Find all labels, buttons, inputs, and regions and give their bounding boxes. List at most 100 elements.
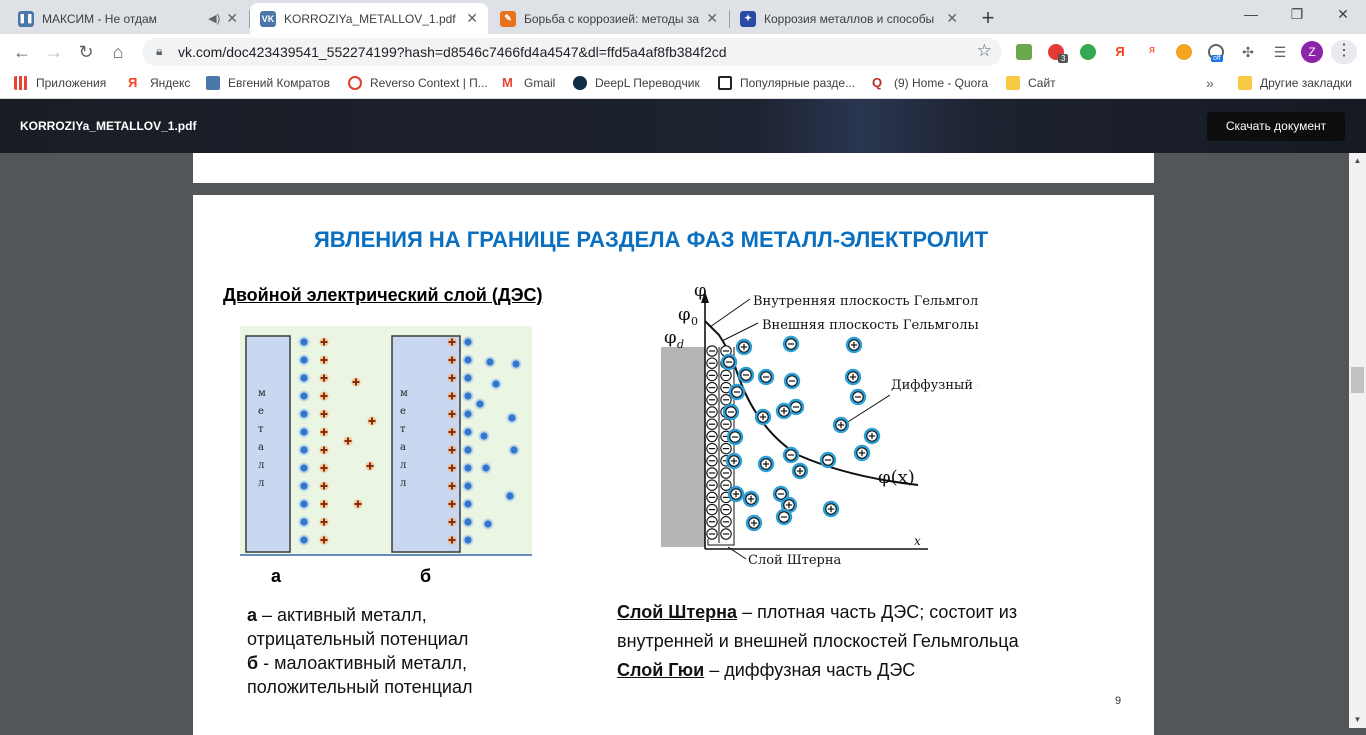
bookmark-reverso[interactable]: Reverso Context | П... — [348, 76, 488, 90]
document-filename: KORROZIYa_METALLOV_1.pdf — [20, 119, 197, 133]
extension-icon[interactable] — [1016, 44, 1032, 60]
bookmark-label: Яндекс — [150, 76, 191, 90]
previous-page — [193, 153, 1154, 183]
ion — [791, 462, 809, 480]
menu-kebab-icon[interactable]: ⋮ — [1331, 40, 1357, 64]
browser-toolbar: ← → ↻ ⌂ 🔒︎ vk.com/doc423439541_552274199… — [0, 34, 1366, 70]
cation-plus — [343, 436, 353, 446]
extensions-puzzle-icon[interactable]: ✣ — [1240, 44, 1256, 60]
scroll-down-icon[interactable]: ▼ — [1349, 714, 1366, 726]
bookmark-star-icon[interactable]: ☆ — [977, 41, 992, 61]
tab-pdf[interactable]: VK KORROZIYa_METALLOV_1.pdf ✕ — [250, 3, 488, 34]
player-icon[interactable] — [1176, 44, 1192, 60]
scroll-up-icon[interactable]: ▲ — [1349, 155, 1366, 167]
inner-helmholtz-label: Внутренняя плоскость Гельмгольца — [753, 294, 978, 309]
ion — [720, 394, 732, 406]
cation-plus — [319, 427, 329, 437]
badge-count: 3 — [1058, 54, 1069, 63]
download-button[interactable]: Скачать документ — [1207, 112, 1345, 141]
bookmark-quora[interactable]: Q (9) Home - Quora — [872, 76, 988, 91]
ion — [757, 368, 775, 386]
electron-glow — [480, 462, 492, 474]
reload-button[interactable]: ↻ — [76, 42, 96, 62]
bookmark-deepl[interactable]: DeepL Переводчик — [573, 76, 700, 90]
ion — [706, 442, 718, 455]
ion — [725, 452, 743, 470]
cation-plus — [351, 377, 361, 387]
diffuse-ions — [720, 335, 881, 532]
electron-glow — [504, 490, 516, 502]
home-button[interactable]: ⌂ — [108, 42, 128, 62]
bookmark-komratov[interactable]: Евгений Комратов — [206, 76, 330, 90]
close-icon[interactable]: ✕ — [706, 10, 718, 27]
check-icon[interactable] — [1080, 44, 1096, 60]
new-tab-button[interactable]: + — [975, 6, 1001, 32]
reverso-icon — [348, 76, 362, 90]
url-text: vk.com/doc423439541_552274199?hash=d8546… — [178, 44, 727, 60]
gmail-icon: M — [502, 75, 513, 90]
bookmark-site-folder[interactable]: Сайт — [1006, 76, 1056, 90]
ion — [706, 503, 718, 516]
cation-plus — [319, 409, 329, 419]
stern-layer-diagram: φ φ 0 φ d Внутренняя плоскость Гельмголь… — [661, 280, 978, 568]
ion — [727, 485, 745, 503]
folder-icon — [1238, 76, 1252, 90]
tab-corrosion-metals[interactable]: ✦ Коррозия металлов и способы ✕ — [730, 3, 968, 34]
label-b: б — [420, 566, 432, 586]
page-scrollbar[interactable] — [1349, 153, 1366, 728]
ion — [728, 383, 746, 401]
back-button[interactable]: ← — [12, 42, 32, 62]
bookmark-label: Популярные разде... — [740, 76, 856, 90]
cation-plus — [447, 427, 457, 437]
bookmark-yandex[interactable]: Я Яндекс — [128, 76, 191, 91]
media-queue-icon[interactable]: ☰ — [1272, 44, 1288, 60]
metal-letter: л — [400, 478, 406, 489]
maximize-button[interactable]: ❐ — [1282, 6, 1312, 23]
electron-glow — [462, 516, 474, 528]
cation-plus — [447, 355, 457, 365]
bookmark-label: Reverso Context | П... — [370, 76, 488, 90]
cation-plus — [319, 517, 329, 527]
close-window-button[interactable]: ✕ — [1328, 6, 1358, 23]
close-icon[interactable]: ✕ — [946, 10, 958, 27]
cation-plus — [447, 373, 457, 383]
bookmark-popular[interactable]: Популярные разде... — [718, 76, 855, 90]
address-bar[interactable]: 🔒︎ vk.com/doc423439541_552274199?hash=d8… — [142, 38, 1002, 66]
bookmark-other-folder[interactable]: Другие закладки — [1238, 76, 1352, 90]
yandex-search-icon[interactable]: я — [1144, 44, 1160, 60]
ion — [863, 427, 881, 445]
stern-key: Слой Штерна — [617, 602, 738, 622]
ion — [706, 528, 718, 540]
forward-button[interactable]: → — [44, 42, 64, 62]
cation-plus — [367, 416, 377, 426]
bookmark-label: Евгений Комратов — [228, 76, 330, 90]
close-icon[interactable]: ✕ — [226, 10, 238, 27]
profile-avatar[interactable]: Z — [1301, 41, 1323, 63]
more-bookmarks-chevron-icon[interactable]: » — [1206, 75, 1214, 91]
phi-label: φ — [694, 280, 707, 301]
electron-glow — [462, 480, 474, 492]
cation-plus — [447, 337, 457, 347]
yandex-icon[interactable]: Я — [1112, 44, 1128, 60]
tab-corrosion-methods[interactable]: ✎ Борьба с коррозией: методы за ✕ — [490, 3, 728, 34]
bookmark-apps[interactable]: Приложения — [14, 76, 106, 90]
ion — [783, 372, 801, 390]
ion — [720, 369, 732, 382]
tab-music[interactable]: ❚❚ МАКСИМ - Не отдам ◀) ✕ — [8, 3, 248, 34]
ion — [706, 345, 718, 357]
cation-plus — [319, 463, 329, 473]
ion — [757, 455, 775, 473]
bookmark-label: Другие закладки — [1260, 76, 1352, 90]
cation-plus — [447, 445, 457, 455]
electron-glow — [462, 534, 474, 546]
phid-label: φ — [664, 327, 677, 348]
lock-icon[interactable]: 🔒︎ — [156, 44, 162, 59]
cation-plus — [319, 535, 329, 545]
gouy-key: Слой Гюи — [617, 660, 705, 680]
speaker-icon[interactable]: ◀) — [208, 12, 220, 25]
scrollbar-thumb[interactable] — [1351, 367, 1364, 393]
bookmark-gmail[interactable]: M Gmail — [502, 75, 555, 91]
close-icon[interactable]: ✕ — [466, 10, 478, 27]
minimize-button[interactable]: — — [1236, 6, 1266, 22]
tab-strip: ❚❚ МАКСИМ - Не отдам ◀) ✕ VK KORROZIYa_M… — [0, 0, 1366, 34]
